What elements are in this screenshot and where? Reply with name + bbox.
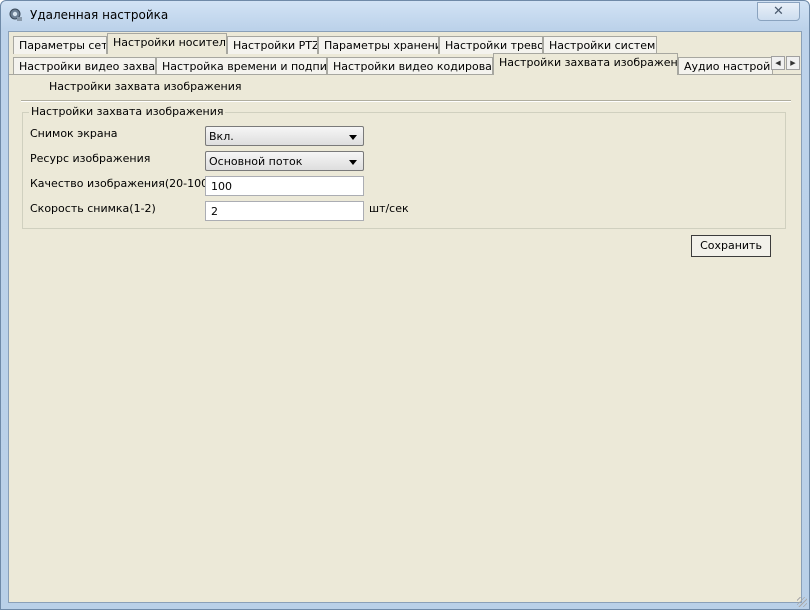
chevron-down-icon (349, 160, 357, 165)
arrow-left-icon: ◀ (775, 59, 781, 67)
tab-scroll-left-button[interactable]: ◀ (771, 56, 785, 70)
image-quality-value: 100 (211, 180, 232, 193)
resize-grip[interactable] (797, 597, 807, 607)
tab-strip-divider (9, 74, 801, 75)
save-button[interactable]: Сохранить (691, 235, 771, 257)
image-quality-label: Качество изображения(20-100) (30, 177, 213, 190)
chevron-down-icon (349, 135, 357, 140)
tab-video-capture[interactable]: Настройки видео захвата (13, 57, 156, 75)
arrow-right-icon: ▶ (790, 59, 796, 67)
client-area: Параметры сети Настройки носителя Настро… (8, 31, 802, 603)
title-bar[interactable]: Удаленная настройка ✕ (1, 1, 809, 31)
separator (21, 100, 791, 102)
remote-settings-window: Удаленная настройка ✕ Параметры сети Нас… (0, 0, 810, 610)
window-title: Удаленная настройка (30, 8, 169, 22)
app-icon (9, 8, 22, 21)
tab-image-capture[interactable]: Настройки захвата изображения (493, 53, 678, 75)
tab-network-params[interactable]: Параметры сети (13, 36, 107, 54)
tab-media-settings[interactable]: Настройки носителя (107, 33, 227, 54)
tab-alarm-settings[interactable]: Настройки тревог (439, 36, 543, 54)
tab-system-settings[interactable]: Настройки системы (543, 36, 657, 54)
tab-ptz-settings[interactable]: Настройки PTZ (227, 36, 318, 54)
snapshot-speed-unit: шт/сек (369, 202, 409, 215)
close-icon: ✕ (773, 4, 784, 19)
tab-storage-params[interactable]: Параметры хранения (318, 36, 439, 54)
tab-time-captions[interactable]: Настройка времени и подписей (156, 57, 327, 75)
image-source-select[interactable]: Основной поток (205, 151, 364, 171)
image-quality-input[interactable]: 100 (205, 176, 364, 196)
snapshot-speed-input[interactable]: 2 (205, 201, 364, 221)
snapshot-select-value: Вкл. (209, 130, 234, 143)
snapshot-select[interactable]: Вкл. (205, 126, 364, 146)
subtab-image-capture[interactable]: Настройки захвата изображения (49, 80, 241, 93)
group-title: Настройки захвата изображения (29, 105, 226, 118)
capture-settings-group: Настройки захвата изображения Снимок экр… (22, 105, 786, 229)
tab-video-encoding[interactable]: Настройки видео кодирования (327, 57, 493, 75)
tab-audio-settings[interactable]: Аудио настройки (678, 57, 773, 75)
close-button[interactable]: ✕ (757, 2, 800, 21)
image-source-select-value: Основной поток (209, 155, 303, 168)
image-source-label: Ресурс изображения (30, 152, 151, 165)
snapshot-speed-value: 2 (211, 205, 218, 218)
snapshot-speed-label: Скорость снимка(1-2) (30, 202, 156, 215)
snapshot-label: Снимок экрана (30, 127, 118, 140)
tab-scroll-right-button[interactable]: ▶ (786, 56, 800, 70)
